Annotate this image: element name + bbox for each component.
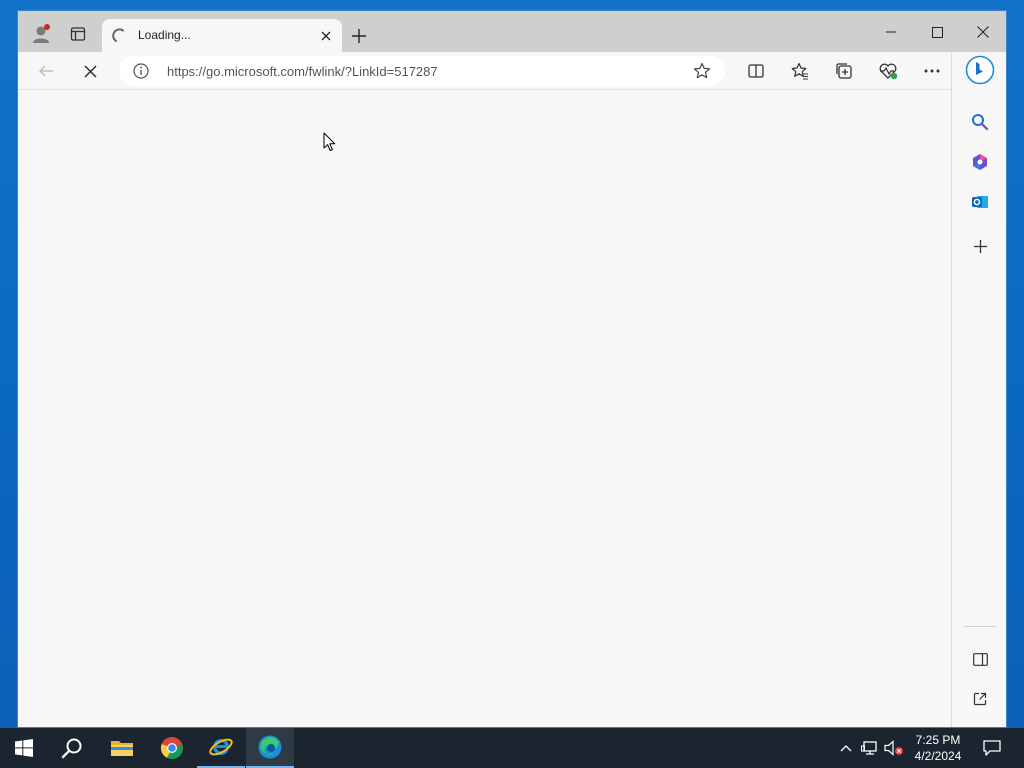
taskbar-chrome[interactable] (148, 728, 196, 768)
taskbar-internet-explorer[interactable] (197, 728, 245, 768)
outlook-icon (972, 196, 988, 208)
minimize-button[interactable] (869, 19, 913, 45)
hide-sidebar-button[interactable] (966, 645, 994, 673)
folder-icon (111, 741, 133, 756)
chrome-icon (160, 736, 183, 759)
browser-window: Loading... https://go.microsoft.com/fwli… (17, 10, 1007, 728)
show-hidden-icons-button[interactable] (836, 738, 856, 758)
page-content (18, 91, 951, 727)
back-arrow-icon (39, 65, 53, 77)
volume-button[interactable] (884, 738, 904, 758)
taskbar-clock[interactable]: 7:25 PM 4/2/2024 (908, 732, 968, 764)
maximize-icon (931, 26, 943, 38)
profile-icon (33, 24, 50, 43)
internet-explorer-icon (209, 738, 233, 756)
new-tab-button[interactable] (346, 23, 372, 49)
window-close-button[interactable] (961, 19, 1005, 45)
tab-strip: Loading... (18, 11, 1006, 52)
taskbar-file-explorer[interactable] (98, 728, 146, 768)
address-bar[interactable]: https://go.microsoft.com/fwlink/?LinkId=… (119, 56, 725, 86)
action-center-button[interactable] (982, 738, 1002, 758)
minimize-icon (886, 31, 896, 33)
tab-title: Loading... (138, 28, 191, 42)
favorites-button[interactable] (786, 57, 814, 85)
collections-icon (836, 63, 852, 79)
taskbar: 7:25 PM 4/2/2024 (0, 728, 1024, 768)
stop-loading-button[interactable] (76, 57, 104, 85)
split-screen-icon (748, 64, 764, 78)
plus-icon (352, 29, 366, 43)
bing-copilot-icon (965, 55, 995, 85)
sidebar-divider (964, 626, 996, 627)
tab-actions-button[interactable] (64, 20, 92, 48)
taskbar-edge[interactable] (246, 728, 294, 768)
more-icon (924, 69, 940, 73)
favorites-icon (791, 62, 808, 80)
microsoft365-icon (973, 154, 987, 170)
tab-actions-icon (70, 27, 86, 41)
tab-close-button[interactable] (317, 27, 335, 45)
settings-more-button[interactable] (918, 57, 946, 85)
network-button[interactable] (860, 738, 880, 758)
collections-button[interactable] (830, 57, 858, 85)
start-button[interactable] (0, 728, 48, 768)
profile-button[interactable] (27, 20, 55, 48)
clock-date: 4/2/2024 (914, 749, 962, 763)
split-screen-button[interactable] (742, 57, 770, 85)
address-url[interactable]: https://go.microsoft.com/fwlink/?LinkId=… (167, 64, 438, 79)
back-button[interactable] (32, 57, 60, 85)
edge-icon (258, 735, 282, 759)
sidebar-outlook-button[interactable] (966, 188, 994, 216)
windows-logo-icon (15, 739, 33, 757)
sidebar-settings-button[interactable] (966, 720, 994, 727)
open-external-button[interactable] (966, 685, 994, 713)
close-icon (977, 26, 989, 38)
heart-pulse-icon (879, 63, 898, 80)
close-icon (321, 31, 331, 41)
maximize-button[interactable] (915, 19, 959, 45)
browser-essentials-button[interactable] (874, 57, 902, 85)
search-icon (972, 114, 989, 131)
search-icon (61, 738, 82, 759)
info-icon[interactable] (133, 63, 149, 79)
tab-active[interactable]: Loading... (102, 19, 342, 52)
network-icon (861, 741, 877, 755)
chevron-up-icon (840, 745, 852, 752)
clock-time: 7:25 PM (915, 733, 961, 747)
notification-icon (983, 740, 1001, 756)
sidebar-search-button[interactable] (966, 108, 994, 136)
close-icon (84, 65, 96, 77)
star-icon[interactable] (693, 62, 711, 80)
search-button[interactable] (48, 728, 96, 768)
desktop: Loading... https://go.microsoft.com/fwli… (0, 0, 1024, 768)
external-link-icon (973, 692, 987, 706)
copilot-button[interactable] (964, 54, 996, 86)
sidebar-panel-icon (972, 652, 988, 666)
edge-sidebar (951, 52, 1006, 727)
sidebar-microsoft365-button[interactable] (966, 148, 994, 176)
volume-muted-icon (884, 740, 903, 756)
navigation-toolbar: https://go.microsoft.com/fwlink/?LinkId=… (18, 52, 1006, 90)
sidebar-add-button[interactable] (966, 232, 994, 260)
plus-icon (973, 239, 987, 253)
loading-spinner-icon (112, 28, 124, 42)
mouse-cursor-icon (323, 132, 336, 151)
